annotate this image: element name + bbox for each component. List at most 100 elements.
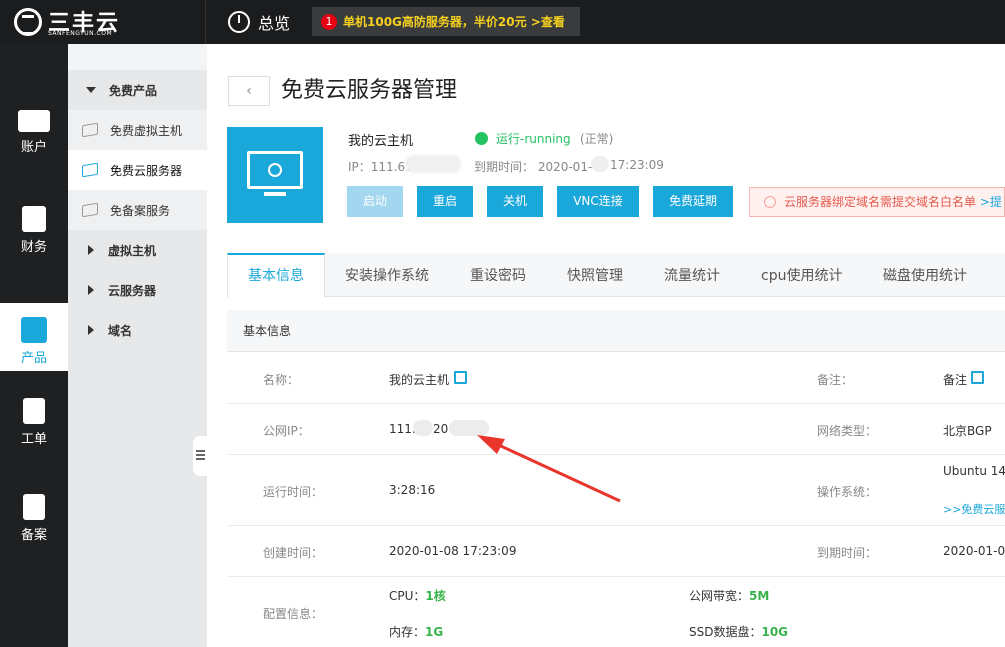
promo-text: 单机100G高防服务器，半价20元 >查看 [343, 15, 565, 29]
overview-label: 总览 [258, 14, 291, 33]
caret-right-icon [88, 285, 94, 295]
notice-link[interactable]: >提 [980, 195, 1002, 209]
subnav-item-free-cloud[interactable]: 免费云服务器 [68, 150, 207, 190]
os-label: 操作系统： [817, 485, 878, 499]
edit-remark-icon[interactable] [971, 371, 984, 384]
subnav-group-cloud[interactable]: 云服务器 [68, 270, 207, 310]
created-value: 2020-01-08 17:23:09 [389, 544, 517, 558]
top-bar: 三丰云 SANFENGYUN.COM 总览 1 单机100G高防服务器，半价20… [0, 0, 1005, 44]
uptime-label: 运行时间： [263, 485, 324, 499]
notice-text: 云服务器绑定域名需提交域名白名单 [784, 195, 977, 209]
tab-reset-password[interactable]: 重设密码 [470, 253, 526, 297]
info-row-config: 配置信息： CPU：1核 公网带宽：5M 内存：1G SSD数据盘：10G [227, 577, 1005, 647]
expire-value: 2020-01-09 [943, 544, 1005, 558]
subnav-item-free-vhost[interactable]: 免费虚拟主机 [68, 110, 207, 150]
server-expire-time: 17:23:09 [610, 158, 664, 172]
subnav-label: 虚拟主机 [108, 243, 157, 258]
collapse-icon [196, 450, 205, 452]
sub-nav: 免费产品 免费虚拟主机 免费云服务器 免备案服务 虚拟主机 云服务器 域名 [68, 70, 207, 647]
layers-icon [82, 122, 98, 138]
expire-label: 到期时间： [817, 546, 878, 560]
subnav-group-domain[interactable]: 域名 [68, 310, 207, 350]
os-free-link[interactable]: >>免费云服 [943, 501, 1005, 517]
tab-traffic-stats[interactable]: 流量统计 [664, 253, 720, 297]
memory-label: 内存： [389, 625, 426, 639]
promo-banner[interactable]: 1 单机100G高防服务器，半价20元 >查看 [312, 7, 580, 36]
server-status: 运行-running [496, 132, 571, 146]
cpu-info: CPU：1核 [389, 587, 446, 604]
restart-button[interactable]: 重启 [417, 186, 473, 217]
promo-badge: 1 [321, 13, 337, 30]
layers-icon [82, 202, 98, 218]
edit-name-icon[interactable] [454, 371, 467, 384]
shutdown-button[interactable]: 关机 [487, 186, 543, 217]
subnav-group-free[interactable]: 免费产品 [68, 70, 207, 110]
tab-basic-info[interactable]: 基本信息 [227, 253, 325, 298]
uptime-value: 3:28:16 [389, 483, 436, 497]
info-row-name: 名称： 我的云主机 备注： 备注 [227, 353, 1005, 404]
tab-install-os[interactable]: 安装操作系统 [345, 253, 429, 297]
subnav-group-vhost[interactable]: 虚拟主机 [68, 230, 207, 270]
ip-value: 111. [389, 422, 416, 436]
subnav-label: 免费虚拟主机 [110, 123, 183, 138]
name-label: 名称： [263, 373, 300, 387]
brand-logo[interactable]: 三丰云 SANFENGYUN.COM [0, 0, 206, 44]
brand-mark-icon [14, 8, 42, 36]
record-star-icon [23, 494, 45, 520]
back-button[interactable]: ‹ [228, 76, 270, 106]
redacted-blur [413, 420, 433, 436]
nav-label: 账户 [20, 140, 47, 155]
nav-item-finance[interactable]: 财务 [0, 192, 68, 260]
info-row-uptime: 运行时间： 3:28:16 操作系统： Ubuntu 14. >>免费云服 [227, 455, 1005, 526]
subnav-label: 云服务器 [108, 283, 157, 298]
nav-item-record[interactable]: 备案 [0, 480, 68, 548]
ticket-bag-icon [23, 398, 45, 424]
created-label: 创建时间： [263, 546, 324, 560]
config-label: 配置信息： [263, 607, 324, 621]
extend-button[interactable]: 免费延期 [653, 186, 733, 217]
subnav-label: 免费产品 [109, 83, 158, 98]
vnc-button[interactable]: VNC连接 [557, 186, 639, 217]
nav-item-ticket[interactable]: 工单 [0, 384, 68, 452]
tab-snapshot[interactable]: 快照管理 [567, 253, 623, 297]
ubuntu-logo-icon [268, 163, 282, 177]
overview-link[interactable]: 总览 [228, 10, 290, 34]
server-status-note: (正常) [580, 132, 614, 146]
clock-icon [228, 11, 250, 33]
ip-label: 公网IP： [263, 424, 310, 438]
page-title: 免费云服务器管理 [281, 78, 458, 103]
info-row-ip: 公网IP： 111. 20 网络类型： 北京BGP [227, 404, 1005, 455]
redacted-blur [405, 155, 461, 173]
cpu-value: 1核 [425, 589, 446, 603]
tab-bar: 基本信息 安装操作系统 重设密码 快照管理 流量统计 cpu使用统计 磁盘使用统… [227, 253, 1005, 298]
remark-value: 备注 [943, 373, 968, 387]
redacted-blur [591, 156, 609, 172]
bandwidth-label: 公网带宽： [689, 589, 750, 603]
account-card-icon [18, 110, 50, 132]
bandwidth-value: 5M [749, 589, 770, 603]
nav-label: 工单 [20, 432, 47, 447]
monitor-icon [247, 151, 303, 196]
tab-disk-stats[interactable]: 磁盘使用统计 [883, 253, 967, 297]
subnav-label: 免备案服务 [110, 203, 171, 218]
subnav-label: 域名 [108, 323, 133, 338]
network-label: 网络类型： [817, 424, 878, 438]
ip-value-2: 20 [433, 422, 449, 436]
tab-cpu-stats[interactable]: cpu使用统计 [761, 253, 842, 297]
caret-right-icon [88, 245, 94, 255]
start-button[interactable]: 启动 [347, 186, 403, 217]
layers-icon [82, 162, 98, 178]
subnav-item-no-record[interactable]: 免备案服务 [68, 190, 207, 230]
disk-label: SSD数据盘： [689, 625, 762, 639]
nav-label: 产品 [20, 351, 47, 366]
nav-item-product[interactable]: 产品 [0, 303, 68, 371]
bandwidth-info: 公网带宽：5M [689, 587, 769, 604]
name-value: 我的云主机 [389, 373, 450, 387]
brand-subtitle: SANFENGYUN.COM [48, 30, 113, 37]
main-content: ‹ 免费云服务器管理 我的云主机 运行-running (正常) IP：111.… [207, 44, 1005, 647]
section-title: 基本信息 [227, 310, 1005, 352]
network-value: 北京BGP [943, 424, 992, 438]
caret-down-icon [86, 87, 96, 93]
nav-item-account[interactable]: 账户 [0, 96, 68, 164]
collapse-sidebar-button[interactable] [193, 436, 207, 476]
